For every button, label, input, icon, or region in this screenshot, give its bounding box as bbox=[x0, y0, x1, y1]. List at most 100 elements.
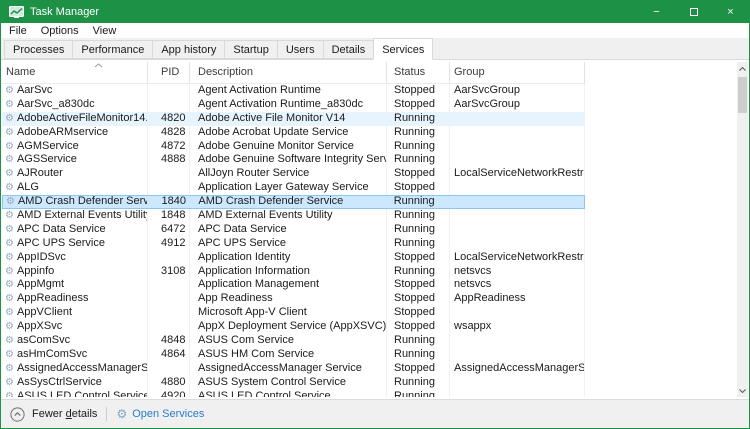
table-row[interactable]: ⚙AdobeARMservice 4828 Adobe Acrobat Upda… bbox=[2, 126, 585, 140]
service-name-cell: ⚙AarSvc bbox=[2, 84, 148, 98]
table-row[interactable]: ⚙asComSvc 4848 ASUS Com Service Running bbox=[2, 334, 585, 348]
service-group-cell bbox=[450, 209, 585, 223]
menu-view[interactable]: View bbox=[86, 25, 124, 37]
service-gear-icon: ⚙ bbox=[5, 280, 14, 290]
tab-details[interactable]: Details bbox=[323, 40, 375, 59]
tab-services[interactable]: Services bbox=[373, 38, 433, 60]
fewer-details-button[interactable]: Fewer details bbox=[32, 408, 97, 420]
service-pid-cell bbox=[148, 251, 190, 265]
service-status-cell: Stopped bbox=[387, 292, 450, 306]
service-description-cell: ASUS Com Service bbox=[190, 334, 387, 348]
table-row[interactable]: ⚙AdobeActiveFileMonitor14.0 4820 Adobe A… bbox=[2, 112, 585, 126]
scroll-down-button[interactable] bbox=[737, 384, 748, 397]
service-name-cell: ⚙AdobeActiveFileMonitor14.0 bbox=[2, 112, 148, 126]
table-row[interactable]: ⚙AarSvc_a830dc Agent Activation Runtime_… bbox=[2, 98, 585, 112]
menu-file[interactable]: File bbox=[9, 25, 34, 37]
service-name-cell: ⚙ALG bbox=[2, 181, 148, 195]
sort-ascending-icon bbox=[94, 63, 103, 68]
column-header-pid[interactable]: PID bbox=[148, 62, 190, 83]
service-name-cell: ⚙AssignedAccessManagerSvc bbox=[2, 362, 148, 376]
service-group-cell bbox=[450, 140, 585, 154]
minimize-button[interactable]: − bbox=[638, 0, 675, 23]
service-status-cell: Running bbox=[387, 348, 450, 362]
open-services-gear-icon: ⚙ bbox=[116, 409, 127, 419]
service-description-cell: APC UPS Service bbox=[190, 237, 387, 251]
table-row[interactable]: ⚙AppReadiness App Readiness Stopped AppR… bbox=[2, 292, 585, 306]
service-name-cell: ⚙AarSvc_a830dc bbox=[2, 98, 148, 112]
table-row[interactable]: ⚙APC UPS Service 4912 APC UPS Service Ru… bbox=[2, 237, 585, 251]
table-row[interactable]: ⚙AsSysCtrlService 4880 ASUS System Contr… bbox=[2, 376, 585, 390]
service-name-cell: ⚙AJRouter bbox=[2, 167, 148, 181]
service-group-cell bbox=[450, 181, 585, 195]
service-group-cell bbox=[450, 376, 585, 390]
scrollbar-thumb[interactable] bbox=[738, 77, 747, 113]
column-header-status[interactable]: Status bbox=[387, 62, 450, 83]
service-group-cell: AppReadiness bbox=[450, 292, 585, 306]
service-status-cell: Stopped bbox=[387, 306, 450, 320]
table-row[interactable]: ⚙AssignedAccessManagerSvc AssignedAccess… bbox=[2, 362, 585, 376]
service-group-cell: netsvcs bbox=[450, 278, 585, 292]
service-name-cell: ⚙APC UPS Service bbox=[2, 237, 148, 251]
service-description-cell: ASUS HM Com Service bbox=[190, 348, 387, 362]
table-row[interactable]: ⚙AarSvc Agent Activation Runtime Stopped… bbox=[2, 84, 585, 98]
column-header-description[interactable]: Description bbox=[190, 62, 387, 83]
table-row[interactable]: ⚙AppMgmt Application Management Stopped … bbox=[2, 278, 585, 292]
table-row[interactable]: ⚙ALG Application Layer Gateway Service S… bbox=[2, 181, 585, 195]
service-name-cell: ⚙AppVClient bbox=[2, 306, 148, 320]
service-description-cell: AMD Crash Defender Service bbox=[190, 196, 386, 208]
table-row[interactable]: ⚙APC Data Service 6472 APC Data Service … bbox=[2, 223, 585, 237]
tab-performance[interactable]: Performance bbox=[72, 40, 153, 59]
service-pid-cell: 1848 bbox=[148, 209, 190, 223]
service-name-cell: ⚙AppReadiness bbox=[2, 292, 148, 306]
tab-users[interactable]: Users bbox=[277, 40, 324, 59]
open-services-link[interactable]: Open Services bbox=[132, 408, 204, 420]
table-row[interactable]: ⚙ASUS LED Control Service 4920 ASUS LED … bbox=[2, 390, 585, 397]
scroll-up-button[interactable] bbox=[737, 62, 748, 75]
service-status-cell: Stopped bbox=[387, 84, 450, 98]
service-gear-icon: ⚙ bbox=[5, 322, 14, 332]
column-header-name[interactable]: Name bbox=[2, 62, 148, 83]
service-status-cell: Stopped bbox=[387, 320, 450, 334]
service-gear-icon: ⚙ bbox=[6, 197, 15, 207]
services-table-body: ⚙AarSvc Agent Activation Runtime Stopped… bbox=[2, 84, 585, 397]
service-group-cell bbox=[450, 390, 585, 397]
tab-app-history[interactable]: App history bbox=[152, 40, 225, 59]
tab-startup[interactable]: Startup bbox=[224, 40, 277, 59]
table-row[interactable]: ⚙asHmComSvc 4864 ASUS HM Com Service Run… bbox=[2, 348, 585, 362]
window-controls: − × bbox=[638, 0, 749, 23]
table-row[interactable]: ⚙AMD Crash Defender Service 1840 AMD Cra… bbox=[2, 195, 585, 209]
service-description-cell: Agent Activation Runtime bbox=[190, 84, 387, 98]
service-pid-cell: 4920 bbox=[148, 390, 190, 397]
table-row[interactable]: ⚙AJRouter AllJoyn Router Service Stopped… bbox=[2, 167, 585, 181]
service-group-cell bbox=[450, 237, 585, 251]
table-row[interactable]: ⚙AppXSvc AppX Deployment Service (AppXSV… bbox=[2, 320, 585, 334]
service-group-cell bbox=[450, 112, 585, 126]
table-row[interactable]: ⚙AppIDSvc Application Identity Stopped L… bbox=[2, 251, 585, 265]
service-gear-icon: ⚙ bbox=[5, 142, 14, 152]
service-group-cell bbox=[449, 196, 584, 208]
close-button[interactable]: × bbox=[712, 0, 749, 23]
menu-options[interactable]: Options bbox=[34, 25, 86, 37]
column-header-group[interactable]: Group bbox=[450, 62, 585, 83]
table-row[interactable]: ⚙AMD External Events Utility 1848 AMD Ex… bbox=[2, 209, 585, 223]
service-gear-icon: ⚙ bbox=[5, 211, 14, 221]
service-gear-icon: ⚙ bbox=[5, 169, 14, 179]
service-gear-icon: ⚙ bbox=[5, 155, 14, 165]
service-status-cell: Stopped bbox=[387, 98, 450, 112]
table-row[interactable]: ⚙Appinfo 3108 Application Information Ru… bbox=[2, 265, 585, 279]
service-description-cell: ASUS System Control Service bbox=[190, 376, 387, 390]
service-group-cell: AarSvcGroup bbox=[450, 84, 585, 98]
window-title: Task Manager bbox=[30, 6, 99, 18]
service-group-cell bbox=[450, 306, 585, 320]
table-row[interactable]: ⚙AppVClient Microsoft App-V Client Stopp… bbox=[2, 306, 585, 320]
table-row[interactable]: ⚙AGSService 4888 Adobe Genuine Software … bbox=[2, 153, 585, 167]
service-pid-cell bbox=[148, 278, 190, 292]
vertical-scrollbar[interactable] bbox=[737, 62, 748, 397]
maximize-button[interactable] bbox=[675, 0, 712, 23]
service-status-cell: Running bbox=[387, 334, 450, 348]
service-status-cell: Stopped bbox=[387, 181, 450, 195]
table-row[interactable]: ⚙AGMService 4872 Adobe Genuine Monitor S… bbox=[2, 140, 585, 154]
tab-processes[interactable]: Processes bbox=[4, 40, 73, 59]
service-status-cell: Running bbox=[387, 223, 450, 237]
service-name-cell: ⚙AGMService bbox=[2, 140, 148, 154]
